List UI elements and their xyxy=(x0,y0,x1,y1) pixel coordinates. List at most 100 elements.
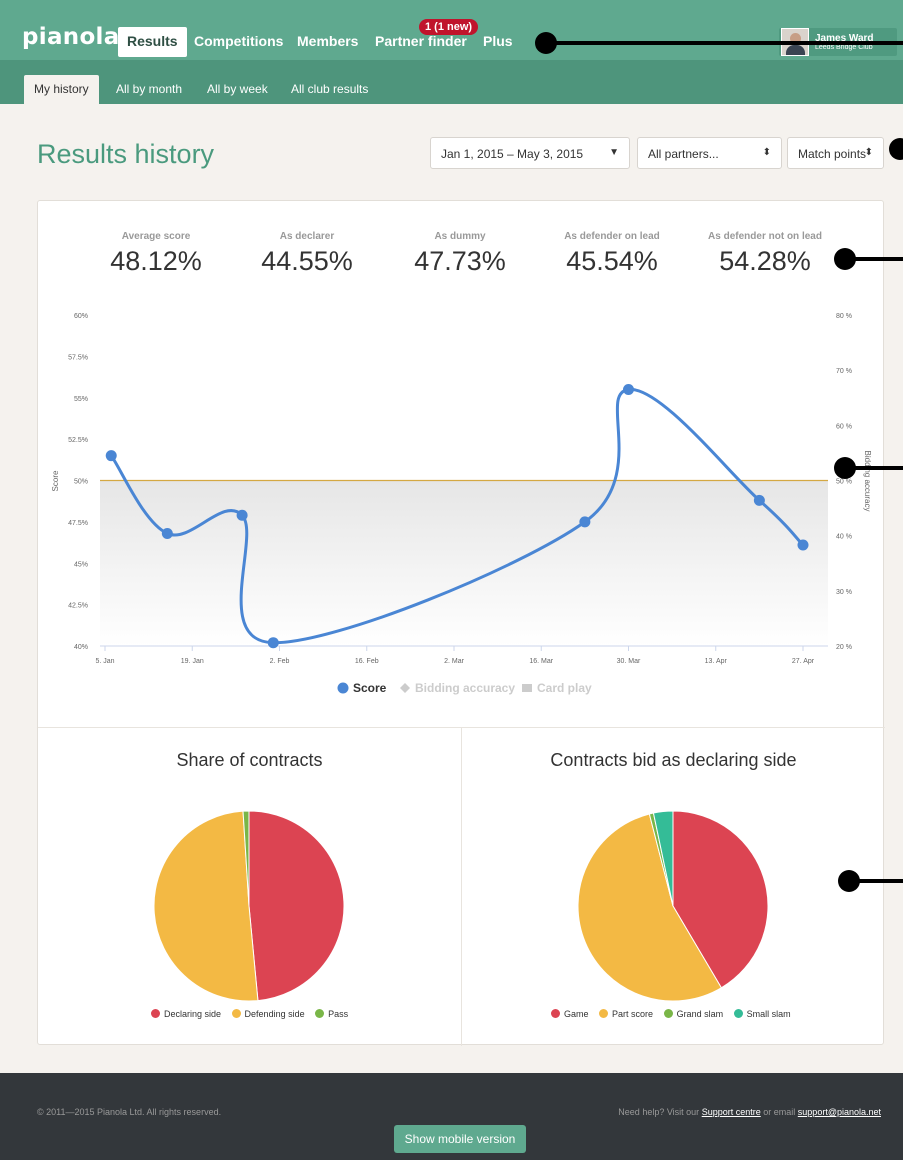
tab-all-by-month[interactable]: All by month xyxy=(116,82,182,96)
legend-dot xyxy=(151,1009,160,1018)
scoring-value: Match points xyxy=(798,147,867,161)
legend-label: Part score xyxy=(612,1009,654,1019)
nav-partner-finder[interactable]: Partner finder xyxy=(375,33,467,49)
legend-item[interactable]: Game xyxy=(551,1009,589,1019)
score-data-point xyxy=(105,450,117,462)
legend-label: Game xyxy=(564,1009,589,1019)
legend-label: Declaring side xyxy=(164,1009,222,1019)
legend-label: Small slam xyxy=(746,1009,791,1019)
annotation-dot xyxy=(535,32,557,54)
annotation-dot xyxy=(838,870,860,892)
legend-item[interactable]: Grand slam xyxy=(663,1009,724,1019)
legend-card-play-symbol xyxy=(522,684,532,692)
legend-item[interactable]: Small slam xyxy=(733,1009,791,1019)
nav-results[interactable]: Results xyxy=(118,27,187,57)
tab-all-club-results[interactable]: All club results xyxy=(291,82,368,96)
top-navigation: pianola Results Competitions Members Par… xyxy=(0,0,903,60)
x-tick-label: 16. Feb xyxy=(355,658,379,665)
help-middle: or email xyxy=(763,1107,796,1117)
show-mobile-version-button[interactable]: Show mobile version xyxy=(394,1125,526,1153)
results-card: Average score 48.12% As declarer 44.55% … xyxy=(37,200,885,1046)
x-tick-label: 30. Mar xyxy=(617,658,641,665)
y-tick-label: 40% xyxy=(74,644,88,651)
y2-tick-label: 40 % xyxy=(836,534,852,541)
y2-tick-label: 60 % xyxy=(836,423,852,430)
score-data-point xyxy=(161,527,173,539)
legend-dot xyxy=(551,1009,560,1018)
y-axis-title: Score xyxy=(51,470,60,491)
y-tick-label: 42.5% xyxy=(68,603,88,610)
pie-legend-declaring: Game Part score Grand slam Small slam xyxy=(551,1009,799,1019)
nav-members[interactable]: Members xyxy=(297,33,358,49)
x-tick-label: 2. Feb xyxy=(270,658,290,665)
pie-title-share: Share of contracts xyxy=(176,750,323,770)
below-average-band xyxy=(100,480,828,646)
support-email-link[interactable]: support@pianola.net xyxy=(798,1107,881,1117)
y2-axis-title: Bidding accuracy xyxy=(863,451,872,512)
sub-navigation: My history All by month All by week All … xyxy=(0,60,903,104)
y-tick-label: 55% xyxy=(74,396,88,403)
y2-tick-label: 70 % xyxy=(836,368,852,375)
x-tick-label: 2. Mar xyxy=(444,658,465,665)
copyright-text: © 2011—2015 Pianola Ltd. All rights rese… xyxy=(37,1107,222,1117)
score-data-point xyxy=(236,509,248,521)
score-data-point xyxy=(623,383,634,395)
x-tick-label: 19. Jan xyxy=(181,658,204,665)
nav-plus[interactable]: Plus xyxy=(483,33,513,49)
legend-label: Grand slam xyxy=(676,1009,724,1019)
y2-tick-label: 50 % xyxy=(836,479,852,486)
partners-select[interactable]: All partners... ⬍ xyxy=(637,137,782,169)
legend-score-label: Score xyxy=(353,681,387,695)
legend-item[interactable]: Part score xyxy=(599,1009,653,1019)
legend-dot xyxy=(231,1009,241,1018)
divider xyxy=(461,727,462,1046)
y-tick-label: 50% xyxy=(74,479,88,486)
score-data-point xyxy=(797,539,809,551)
tab-my-history[interactable]: My history xyxy=(24,75,99,104)
annotation-dot xyxy=(834,248,856,270)
legend-dot xyxy=(663,1009,673,1018)
legend-bidding-symbol xyxy=(400,683,410,693)
pie-slice xyxy=(248,810,345,1002)
footer: © 2011—2015 Pianola Ltd. All rights rese… xyxy=(0,1073,903,1160)
legend-score-symbol xyxy=(337,682,349,694)
date-range-value: Jan 1, 2015 – May 3, 2015 xyxy=(441,147,584,161)
select-arrows-icon: ⬍ xyxy=(762,147,771,158)
annotation-dot xyxy=(889,138,903,160)
x-tick-label: 5. Jan xyxy=(95,658,114,665)
scoring-select[interactable]: Match points ⬍ xyxy=(787,137,884,169)
legend-dot xyxy=(599,1009,609,1018)
x-tick-label: 27. Apr xyxy=(792,658,815,665)
y-tick-label: 57.5% xyxy=(68,354,88,361)
notification-badge[interactable]: 1 (1 new) xyxy=(419,19,479,35)
legend-card-play-label: Card play xyxy=(537,681,592,695)
legend-label: Defending side xyxy=(244,1009,305,1019)
annotation-dot xyxy=(834,457,856,479)
nav-competitions[interactable]: Competitions xyxy=(194,33,283,49)
select-arrows-icon: ⬍ xyxy=(864,147,873,158)
y2-tick-label: 80 % xyxy=(836,313,852,320)
user-club: Leeds Bridge Club xyxy=(815,44,873,51)
legend-item[interactable]: Pass xyxy=(315,1009,348,1019)
legend-item[interactable]: Defending side xyxy=(231,1009,305,1019)
annotation-line xyxy=(545,41,903,45)
legend-bidding-accuracy-label: Bidding accuracy xyxy=(415,681,515,695)
pie-legend-share: Declaring side Defending side Pass xyxy=(151,1009,356,1019)
tab-all-by-week[interactable]: All by week xyxy=(207,82,268,96)
date-range-picker[interactable]: Jan 1, 2015 – May 3, 2015 ▼ xyxy=(430,137,630,169)
legend-item[interactable]: Declaring side xyxy=(151,1009,221,1019)
y2-tick-label: 20 % xyxy=(836,644,852,651)
score-data-point xyxy=(753,494,765,506)
pie-title-declaring: Contracts bid as declaring side xyxy=(550,750,797,770)
logo[interactable]: pianola xyxy=(22,24,120,50)
x-tick-label: 16. Mar xyxy=(529,658,553,665)
partners-value: All partners... xyxy=(648,147,719,161)
legend-label: Pass xyxy=(328,1009,349,1019)
y-tick-label: 60% xyxy=(74,313,88,320)
support-centre-link[interactable]: Support centre xyxy=(702,1107,761,1117)
y-tick-label: 47.5% xyxy=(68,520,88,527)
caret-down-icon: ▼ xyxy=(609,147,619,158)
legend-dot xyxy=(315,1009,325,1018)
legend-dot xyxy=(733,1009,743,1018)
score-data-point xyxy=(267,637,279,649)
